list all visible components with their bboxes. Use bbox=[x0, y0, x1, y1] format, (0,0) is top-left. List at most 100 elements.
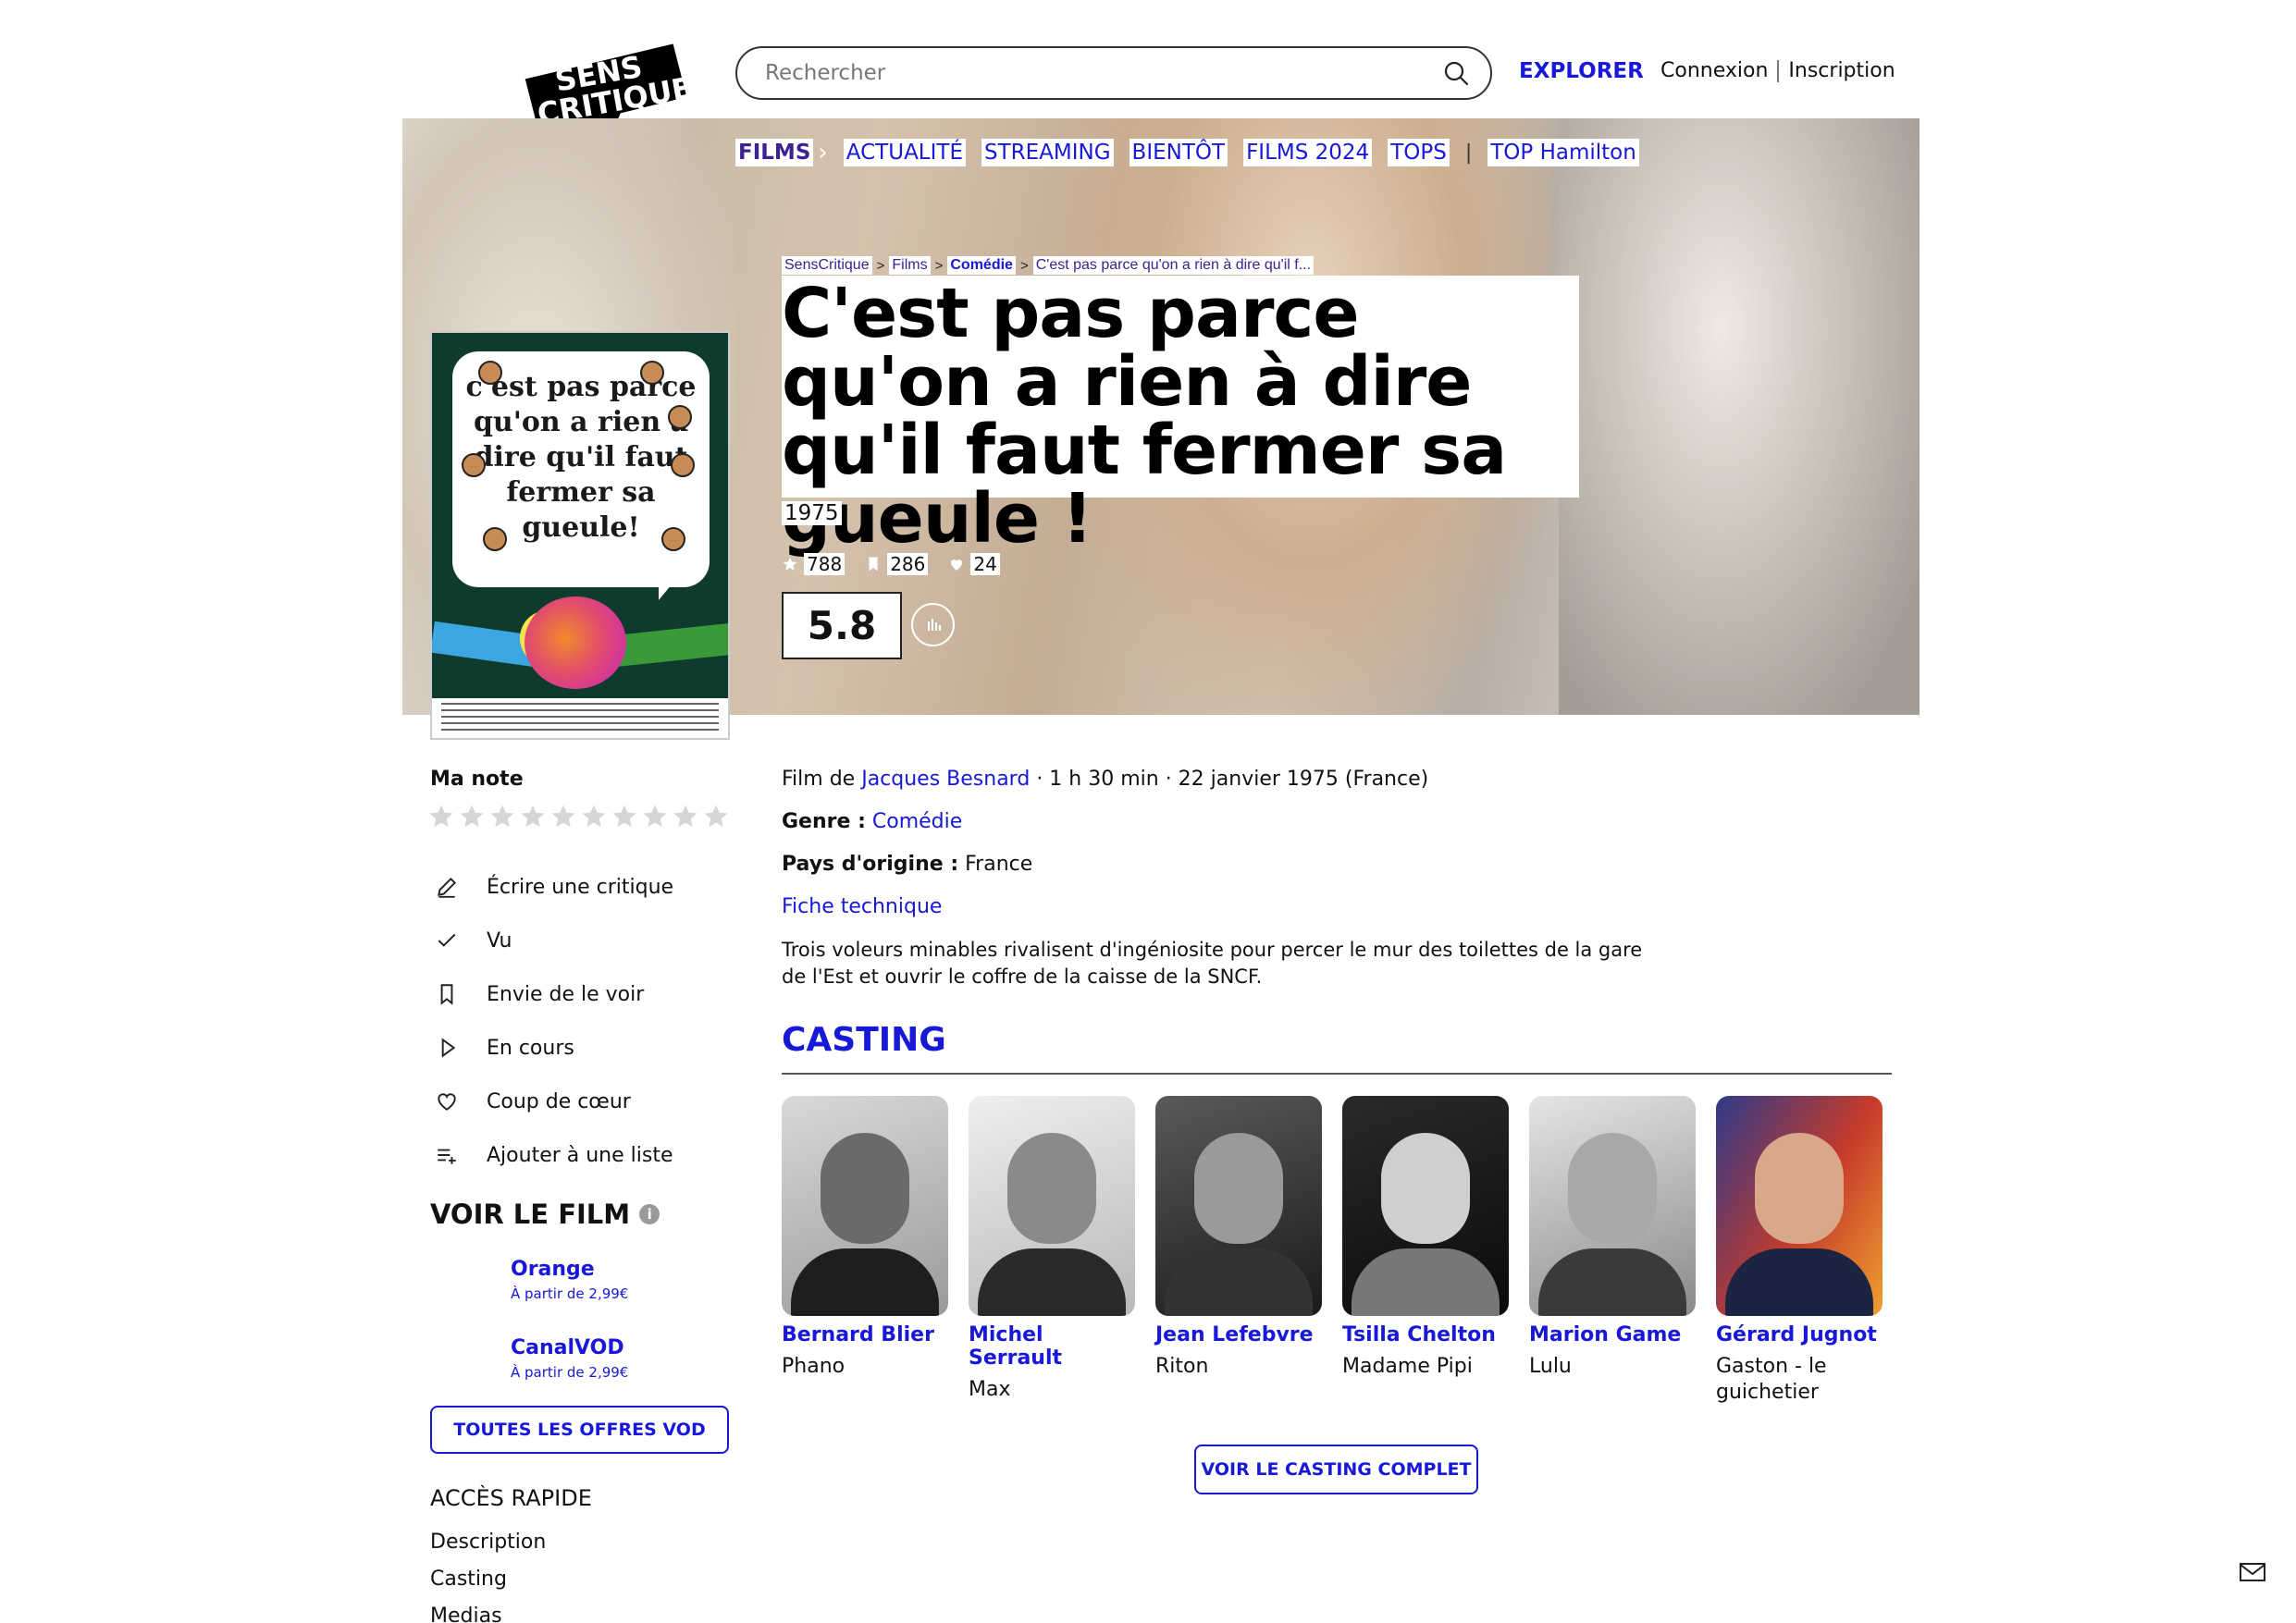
rating-star-icon[interactable] bbox=[611, 803, 638, 830]
full-casting-button[interactable]: VOIR LE CASTING COMPLET bbox=[1194, 1445, 1478, 1494]
nav-top-hamilton[interactable]: TOP Hamilton bbox=[1487, 139, 1639, 166]
nav-films[interactable]: FILMS bbox=[735, 139, 814, 166]
quick-access-list: Description Casting Medias bbox=[430, 1531, 546, 1623]
title-box: C'est pas parce qu'on a rien à dire qu'i… bbox=[782, 276, 1579, 553]
wishlist-button[interactable]: Envie de le voir bbox=[435, 967, 673, 1021]
search-input[interactable] bbox=[765, 61, 1442, 85]
signup-link[interactable]: Inscription bbox=[1788, 59, 1895, 82]
actor-name[interactable]: Jean Lefebvre bbox=[1155, 1323, 1322, 1346]
actor-name[interactable]: Marion Game bbox=[1529, 1323, 1696, 1346]
page-title: C'est pas parce qu'on a rien à dire qu'i… bbox=[782, 274, 1507, 559]
cast-card[interactable]: Michel Serrault Max bbox=[969, 1096, 1135, 1403]
list-add-icon bbox=[438, 1149, 456, 1164]
vod-offer-canalvod[interactable]: CanalVOD À partir de 2,99€ bbox=[511, 1336, 628, 1381]
poster-face bbox=[661, 527, 685, 551]
actor-photo[interactable] bbox=[782, 1096, 948, 1316]
pencil-icon bbox=[438, 877, 457, 898]
cast-card[interactable]: Marion Game Lulu bbox=[1529, 1096, 1696, 1380]
add-to-list-button[interactable]: Ajouter à une liste bbox=[435, 1128, 673, 1182]
actor-photo[interactable] bbox=[1529, 1096, 1696, 1316]
quick-access-medias[interactable]: Medias bbox=[430, 1605, 546, 1623]
action-list: Écrire une critique Vu Envie de le voir … bbox=[435, 860, 673, 1182]
rating-star-icon[interactable] bbox=[580, 803, 608, 830]
rating-star-icon[interactable] bbox=[458, 803, 486, 830]
vod-offer-price: À partir de 2,99€ bbox=[511, 1364, 629, 1381]
quick-access-description[interactable]: Description bbox=[430, 1531, 546, 1568]
poster-face bbox=[640, 361, 664, 385]
poster-face bbox=[462, 453, 486, 477]
my-rating-stars[interactable] bbox=[427, 803, 730, 830]
genre-link[interactable]: Comédie bbox=[872, 810, 962, 833]
country-value: France bbox=[965, 853, 1033, 876]
character-name: Max bbox=[969, 1378, 1011, 1401]
actor-photo[interactable] bbox=[1155, 1096, 1322, 1316]
breadcrumb-senscritique[interactable]: SensCritique bbox=[782, 256, 872, 275]
character-name: Riton bbox=[1155, 1355, 1209, 1378]
mail-icon[interactable] bbox=[2239, 1561, 2266, 1583]
favorite-label: Coup de cœur bbox=[487, 1089, 631, 1113]
director-link[interactable]: Jacques Besnard bbox=[861, 768, 1030, 791]
rating-star-icon[interactable] bbox=[549, 803, 577, 830]
movie-poster[interactable]: c'est pas parce qu'on a rien à dire qu'i… bbox=[430, 331, 730, 740]
all-vod-offers-button[interactable]: TOUTES LES OFFRES VOD bbox=[430, 1406, 729, 1454]
genre-label: Genre : bbox=[782, 810, 866, 833]
info-icon[interactable]: i bbox=[639, 1204, 660, 1224]
nav-films-2024[interactable]: FILMS 2024 bbox=[1243, 139, 1373, 166]
wishlist-count-value: 286 bbox=[887, 553, 929, 575]
cast-card[interactable]: Gérard Jugnot Gaston - le guichetier bbox=[1716, 1096, 1882, 1406]
actor-photo[interactable] bbox=[969, 1096, 1135, 1316]
actor-photo[interactable] bbox=[1716, 1096, 1882, 1316]
seen-label: Vu bbox=[487, 928, 512, 953]
nav-streaming[interactable]: STREAMING bbox=[981, 139, 1114, 166]
country-label: Pays d'origine : bbox=[782, 853, 959, 876]
actor-name[interactable]: Bernard Blier bbox=[782, 1323, 948, 1346]
vod-offer-name[interactable]: CanalVOD bbox=[511, 1336, 628, 1359]
movie-stats: 788 286 24 bbox=[782, 553, 1000, 575]
explorer-link[interactable]: EXPLORER bbox=[1519, 59, 1644, 83]
vod-offer-name[interactable]: Orange bbox=[511, 1258, 628, 1281]
cast-card[interactable]: Bernard Blier Phano bbox=[782, 1096, 948, 1380]
rating-star-icon[interactable] bbox=[641, 803, 669, 830]
vod-offer-price: À partir de 2,99€ bbox=[511, 1285, 629, 1302]
actor-photo[interactable] bbox=[1342, 1096, 1509, 1316]
rating-star-icon[interactable] bbox=[672, 803, 699, 830]
bookmark-icon bbox=[440, 984, 453, 1005]
in-progress-button[interactable]: En cours bbox=[435, 1021, 673, 1075]
auth-separator bbox=[1777, 59, 1780, 82]
cast-card[interactable]: Jean Lefebvre Riton bbox=[1155, 1096, 1322, 1380]
rating-star-icon[interactable] bbox=[427, 803, 455, 830]
search-bar[interactable] bbox=[735, 46, 1492, 100]
search-icon[interactable] bbox=[1442, 59, 1470, 87]
breadcrumb-films[interactable]: Films bbox=[889, 256, 931, 275]
nav-bientot[interactable]: BIENTÔT bbox=[1129, 139, 1228, 166]
rating-distribution-button[interactable] bbox=[911, 603, 955, 646]
breadcrumb-comedie[interactable]: Comédie bbox=[947, 256, 1016, 275]
login-link[interactable]: Connexion bbox=[1660, 59, 1768, 82]
favorite-button[interactable]: Coup de cœur bbox=[435, 1075, 673, 1128]
seen-button[interactable]: Vu bbox=[435, 914, 673, 967]
nav-actualite[interactable]: ACTUALITÉ bbox=[843, 139, 966, 166]
vod-offer-orange[interactable]: Orange À partir de 2,99€ bbox=[511, 1258, 628, 1302]
check-icon bbox=[438, 933, 456, 947]
nav-tops[interactable]: TOPS bbox=[1388, 139, 1450, 166]
rating-star-icon[interactable] bbox=[702, 803, 730, 830]
poster-title: c'est pas parce qu'on a rien à dire qu'i… bbox=[465, 371, 697, 544]
actor-name[interactable]: Tsilla Chelton bbox=[1342, 1323, 1509, 1346]
ratings-count-value: 788 bbox=[804, 553, 846, 575]
actor-name[interactable]: Michel Serrault bbox=[969, 1323, 1135, 1370]
breadcrumb-separator: > bbox=[934, 257, 944, 274]
fiche-technique-link[interactable]: Fiche technique bbox=[782, 895, 942, 918]
chevron-right-icon: › bbox=[818, 139, 828, 166]
write-review-button[interactable]: Écrire une critique bbox=[435, 860, 673, 914]
movie-details-line: Film de Jacques Besnard · 1 h 30 min · 2… bbox=[782, 768, 1428, 791]
poster-arm-right bbox=[615, 622, 728, 667]
rating-star-icon[interactable] bbox=[519, 803, 547, 830]
rating-star-icon[interactable] bbox=[488, 803, 516, 830]
actor-name[interactable]: Gérard Jugnot bbox=[1716, 1323, 1882, 1346]
poster-face bbox=[671, 453, 695, 477]
cast-card[interactable]: Tsilla Chelton Madame Pipi bbox=[1342, 1096, 1509, 1380]
breadcrumb-separator: > bbox=[1019, 257, 1029, 274]
quick-access-casting[interactable]: Casting bbox=[430, 1568, 546, 1605]
country-line: Pays d'origine : France bbox=[782, 853, 1032, 876]
watch-section-title-text: VOIR LE FILM bbox=[430, 1199, 631, 1230]
